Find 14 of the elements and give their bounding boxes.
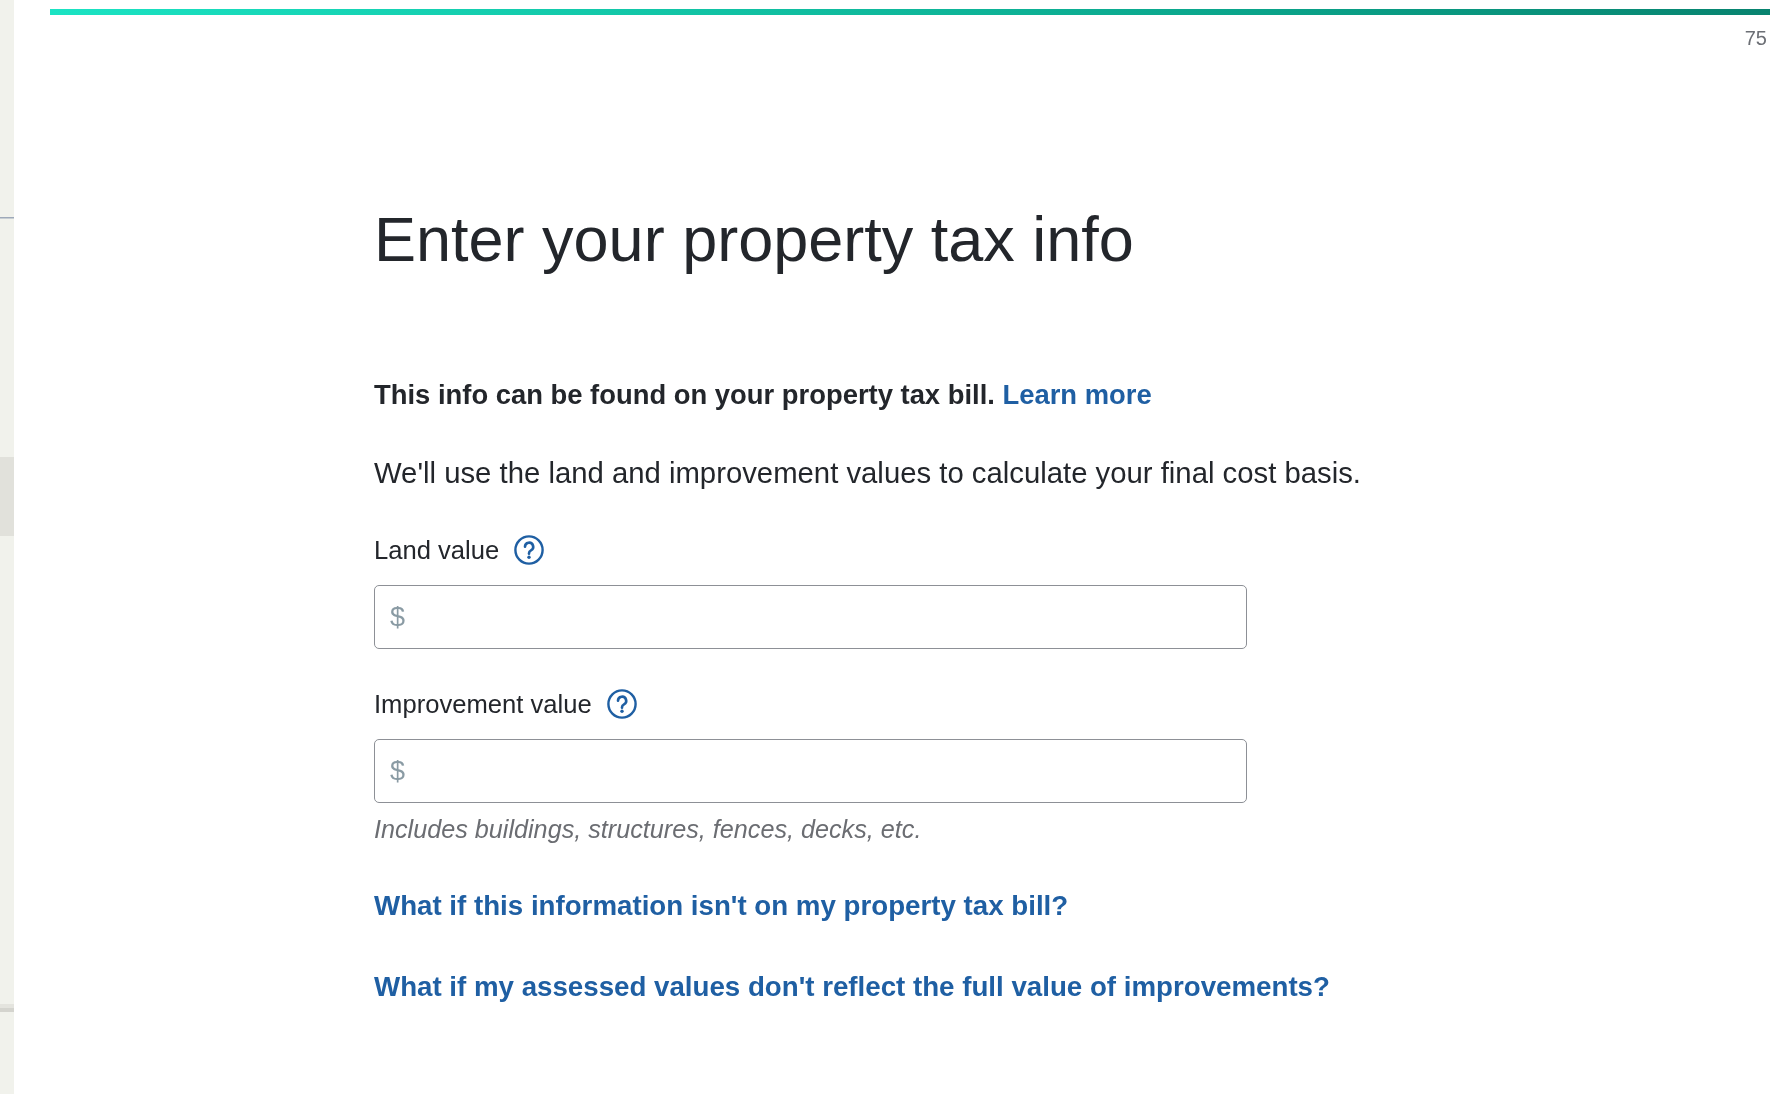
intro-text: This info can be found on your property tax bill. Learn more bbox=[374, 378, 1152, 412]
help-icon[interactable] bbox=[514, 535, 545, 565]
progress-percent: 75 bbox=[1744, 26, 1767, 50]
description-text: We'll use the land and improvement values to calculate your final cost basis. bbox=[374, 455, 1361, 491]
input-field[interactable]: $ bbox=[374, 739, 1247, 803]
help-link[interactable]: What if my assessed values don't reflect the full value of improvements? bbox=[374, 968, 1330, 1006]
page-title: Enter your property tax info bbox=[374, 203, 1134, 276]
hint-text: Includes buildings, structures, fences, decks, etc. bbox=[374, 814, 922, 844]
field-label: Land value bbox=[374, 535, 500, 566]
help-link[interactable]: What if this information isn't on my property tax bill? bbox=[374, 887, 1069, 925]
help-icon[interactable] bbox=[606, 689, 637, 719]
learn-more-link[interactable]: Learn more bbox=[1002, 379, 1152, 410]
field-label: Improvement value bbox=[374, 689, 592, 720]
input-field[interactable]: $ bbox=[374, 585, 1247, 649]
